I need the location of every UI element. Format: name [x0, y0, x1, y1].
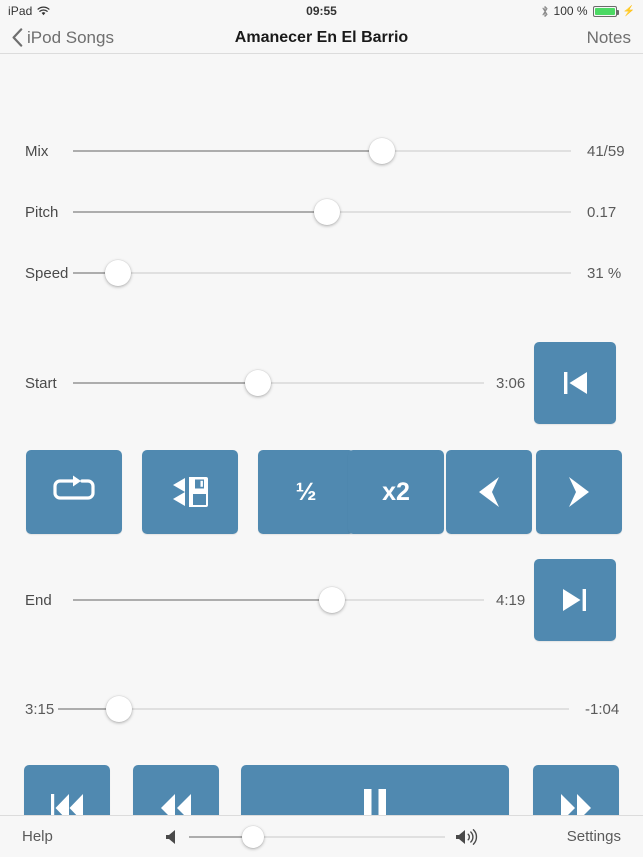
position-slider[interactable]	[58, 694, 569, 724]
help-button[interactable]: Help	[22, 828, 53, 845]
pitch-slider[interactable]	[73, 197, 571, 227]
volume-control	[0, 824, 643, 850]
chevron-left-icon	[479, 477, 499, 507]
speaker-high-icon	[456, 828, 478, 845]
start-slider-handle[interactable]	[244, 370, 271, 396]
position-elapsed: 3:15	[25, 700, 55, 718]
battery-icon	[592, 5, 619, 17]
charging-bolt-icon: ⚡	[622, 5, 635, 17]
volume-slider-handle[interactable]	[242, 825, 264, 848]
nudge-forward-button[interactable]	[536, 450, 622, 534]
end-value: 4:19	[496, 591, 526, 609]
back-button[interactable]: iPod Songs	[12, 28, 114, 48]
chevron-right-icon	[569, 477, 589, 507]
position-slider-handle[interactable]	[106, 696, 133, 722]
end-label: End	[25, 591, 52, 609]
pitch-value: 0.17	[587, 203, 617, 221]
mix-label: Mix	[25, 142, 49, 160]
notes-button[interactable]: Notes	[587, 28, 631, 48]
save-floppy-icon	[173, 477, 208, 507]
loop-icon	[53, 475, 95, 500]
mix-slider-handle[interactable]	[368, 138, 395, 164]
start-slider-row: Start 3:06	[0, 366, 538, 400]
navigation-bar: iPod Songs Amanecer En El Barrio Notes	[0, 22, 643, 54]
double-speed-label: x2	[382, 477, 410, 506]
status-bar: iPad 09:55 100 % ⚡	[0, 0, 643, 22]
position-remaining: -1:04	[585, 700, 620, 718]
wifi-icon	[37, 6, 50, 16]
save-button[interactable]	[142, 450, 238, 534]
speed-slider-handle[interactable]	[104, 260, 131, 286]
status-bar-left: iPad	[8, 4, 50, 18]
settings-button[interactable]: Settings	[567, 828, 621, 845]
pitch-slider-row: Pitch 0.17	[0, 195, 643, 229]
start-label: Start	[25, 374, 57, 392]
device-name: iPad	[8, 4, 33, 18]
chevron-left-icon	[12, 28, 23, 47]
status-bar-right: 100 % ⚡	[541, 4, 635, 18]
start-slider[interactable]	[73, 368, 484, 398]
mix-value: 41/59	[587, 142, 625, 160]
mix-slider-row: Mix 41/59	[0, 134, 643, 168]
battery-percent-label: 100 %	[553, 4, 588, 18]
position-slider-row: 3:15 -1:04	[0, 692, 643, 726]
skip-to-end-icon	[563, 589, 586, 611]
double-speed-button[interactable]: x2	[348, 450, 444, 534]
mix-slider[interactable]	[73, 136, 571, 166]
jump-to-end-button[interactable]	[534, 559, 616, 641]
end-slider[interactable]	[73, 585, 484, 615]
speed-slider[interactable]	[73, 258, 571, 288]
speaker-low-icon	[166, 829, 175, 844]
nudge-back-button[interactable]	[446, 450, 532, 534]
end-slider-row: End 4:19	[0, 583, 538, 617]
start-value: 3:06	[496, 374, 526, 392]
main-content: Mix 41/59 Pitch 0.17 Speed 31 % Start 3:…	[0, 54, 643, 851]
end-slider-handle[interactable]	[318, 587, 345, 613]
bottom-toolbar: Help Settings	[0, 815, 643, 857]
jump-to-start-button[interactable]	[534, 342, 616, 424]
loop-button[interactable]	[26, 450, 122, 534]
pitch-label: Pitch	[25, 203, 59, 221]
back-button-label: iPod Songs	[27, 27, 114, 47]
pitch-slider-handle[interactable]	[313, 199, 340, 225]
volume-slider[interactable]	[189, 824, 445, 850]
ipod-player-screen: iPad 09:55 100 % ⚡ iPod Songs Amanecer E…	[0, 0, 643, 857]
speed-value: 31 %	[587, 264, 622, 282]
half-speed-label: ½	[295, 477, 317, 506]
half-speed-button[interactable]: ½	[258, 450, 354, 534]
speed-slider-row: Speed 31 %	[0, 256, 643, 290]
bluetooth-icon	[541, 5, 548, 17]
skip-to-start-icon	[564, 372, 587, 394]
